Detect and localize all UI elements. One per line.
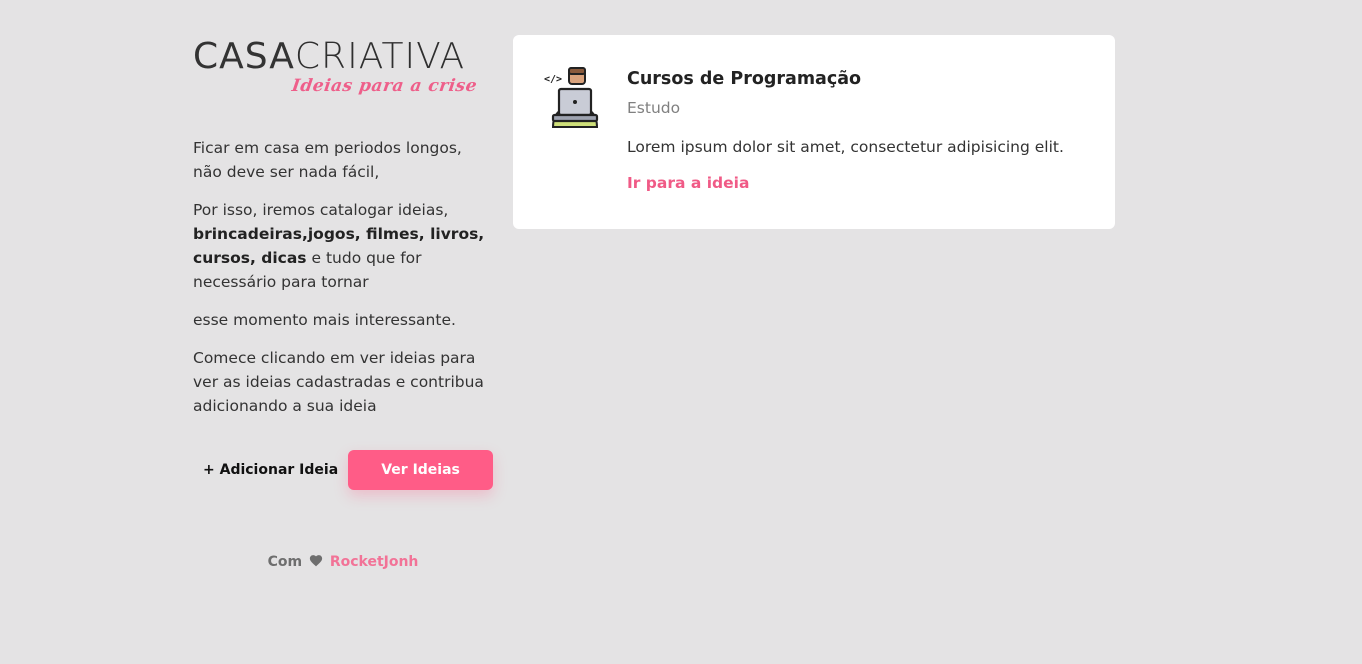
- footer-author-link[interactable]: RocketJonh: [330, 554, 419, 570]
- intro-text: Ficar em casa em periodos longos, não de…: [193, 136, 493, 418]
- idea-title: Cursos de Programação: [627, 69, 862, 89]
- intro-paragraph-4: Comece clicando em ver ideias para ver a…: [193, 349, 484, 415]
- heart-icon: [309, 555, 323, 567]
- footer: Com RocketJonh: [193, 554, 493, 570]
- logo-criativa: CRIATIVA: [294, 36, 466, 77]
- go-to-idea-link[interactable]: Ir para a ideia: [627, 174, 1095, 192]
- page: CASACRIATIVA Ideias para a crise Ficar e…: [0, 0, 1362, 664]
- logo-tagline: Ideias para a crise: [290, 76, 479, 96]
- footer-prefix: Com: [267, 554, 303, 570]
- view-ideas-button[interactable]: Ver Ideias: [348, 450, 493, 490]
- sidebar: CASACRIATIVA Ideias para a crise Ficar e…: [193, 38, 493, 432]
- intro-p2-start: Por isso, iremos catalogar ideias,: [193, 201, 449, 219]
- logo-casa: CASA: [193, 36, 295, 77]
- programmer-laptop-icon: </>: [544, 67, 599, 128]
- idea-description: Lorem ipsum dolor sit amet, consectetur …: [627, 138, 1064, 156]
- intro-paragraph-3: esse momento mais interessante.: [193, 311, 456, 329]
- svg-text:</>: </>: [544, 74, 562, 85]
- add-idea-button[interactable]: + Adicionar Ideia: [203, 462, 338, 478]
- intro-paragraph-1: Ficar em casa em periodos longos, não de…: [193, 139, 462, 181]
- intro-paragraph-2: Por isso, iremos catalogar ideias, brinc…: [193, 198, 493, 294]
- action-bar: + Adicionar Ideia Ver Ideias: [193, 450, 493, 490]
- logo: CASACRIATIVA Ideias para a crise: [193, 38, 485, 100]
- idea-category: Estudo: [627, 99, 681, 117]
- idea-card: </> Cursos de Programação Estudo Lorem i…: [513, 35, 1115, 229]
- idea-card-body: Cursos de Programação Estudo Lorem ipsum…: [627, 67, 1095, 192]
- logo-wordmark: CASACRIATIVA: [193, 38, 485, 76]
